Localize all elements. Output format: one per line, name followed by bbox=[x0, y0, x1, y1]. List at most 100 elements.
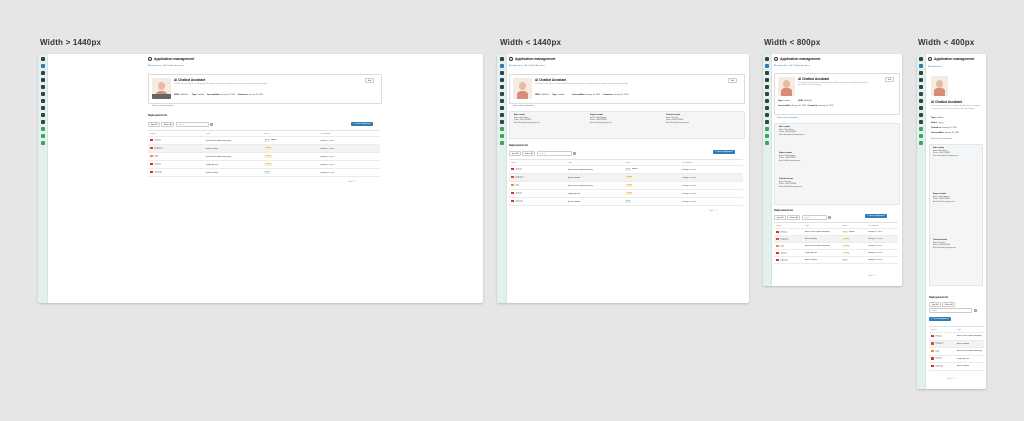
show-contacts-link[interactable]: Show contact information bbox=[777, 117, 798, 119]
status-filter[interactable]: Status: All bbox=[161, 122, 175, 127]
pagination[interactable]: Page 1 ‹ 1 › bbox=[709, 210, 718, 212]
table-row[interactable]: Vietnam Active Server Hybrid Marketing A… bbox=[774, 229, 898, 236]
create-deployment-button[interactable]: + Create deployment bbox=[929, 317, 951, 321]
table-row[interactable]: Indonesia Active Platform Active January… bbox=[774, 257, 898, 264]
edit-button[interactable]: Edit bbox=[365, 78, 375, 84]
search-icon[interactable] bbox=[40, 120, 45, 124]
sheet-green-icon[interactable] bbox=[765, 141, 769, 145]
chat-icon[interactable] bbox=[499, 113, 504, 117]
table-row[interactable]: India Active Server Hybrid Marketing Pen… bbox=[509, 182, 743, 190]
doc-green-icon[interactable] bbox=[499, 127, 504, 131]
refresh-icon[interactable] bbox=[210, 123, 214, 126]
table-row[interactable]: Vietnam Single app SEP bbox=[929, 356, 984, 363]
chart-icon[interactable] bbox=[765, 85, 769, 89]
status-filter[interactable]: Status: All bbox=[787, 215, 801, 220]
create-deployment-button[interactable]: + Create deployment bbox=[351, 122, 373, 126]
sheet-green-icon[interactable] bbox=[499, 141, 504, 145]
sheet-green-icon[interactable] bbox=[40, 141, 45, 145]
breadcrumb-root[interactable]: All application bbox=[928, 66, 942, 68]
table-row[interactable]: India Active Server Hybrid Marketing bbox=[929, 348, 984, 356]
search-input[interactable]: Search bbox=[929, 308, 972, 313]
edit-button[interactable]: Edit bbox=[885, 77, 895, 83]
table-row[interactable]: Vietnam Single app SEP Pending January 1… bbox=[148, 161, 380, 169]
table-row[interactable]: Singapore Active Platform Pending Januar… bbox=[509, 174, 743, 182]
type-filter[interactable]: Type: All bbox=[774, 215, 786, 220]
table-row[interactable]: Vietnam Single app SEP Pending January 1… bbox=[774, 250, 898, 257]
network-icon[interactable] bbox=[499, 71, 504, 75]
apps-icon[interactable] bbox=[499, 64, 504, 68]
search-input[interactable]: Search bbox=[536, 151, 572, 156]
chat-icon[interactable] bbox=[765, 113, 769, 117]
mail-green-icon[interactable] bbox=[40, 134, 45, 138]
search-input[interactable]: Search bbox=[175, 122, 209, 127]
table-row[interactable]: Vietnam Single app SEP Pending January 1… bbox=[509, 190, 743, 198]
type-filter[interactable]: Type: All bbox=[929, 302, 941, 307]
table-row[interactable]: Vietnam Active Server Hybrid Marketing bbox=[929, 333, 984, 341]
create-deployment-button[interactable]: + Create deployment bbox=[713, 150, 735, 154]
show-contacts-link[interactable]: Show contact information bbox=[931, 138, 952, 140]
link-icon[interactable] bbox=[919, 92, 923, 96]
network-icon[interactable] bbox=[40, 71, 45, 75]
table-row[interactable]: Indonesia Active Platform bbox=[929, 363, 984, 371]
chat-icon[interactable] bbox=[40, 113, 45, 117]
home-icon[interactable] bbox=[919, 106, 923, 110]
network-icon[interactable] bbox=[765, 71, 769, 75]
home-icon[interactable] bbox=[499, 106, 504, 110]
chat-icon[interactable] bbox=[919, 113, 923, 117]
status-filter[interactable]: Status: All bbox=[522, 151, 536, 156]
pagination[interactable]: Page 1 ‹ 1 › bbox=[947, 378, 956, 380]
doc-green-icon[interactable] bbox=[40, 127, 45, 131]
table-row[interactable]: Vietnam Active Server Hybrid Marketing A… bbox=[148, 137, 380, 145]
type-filter[interactable]: Type: All bbox=[509, 151, 521, 156]
create-deployment-button[interactable]: + Create deployment bbox=[865, 214, 887, 218]
breadcrumb-root[interactable]: All application bbox=[509, 65, 523, 67]
menu-icon[interactable] bbox=[499, 57, 504, 61]
table-row[interactable]: Singapore Active Platform Pending Januar… bbox=[774, 236, 898, 243]
phone-icon[interactable] bbox=[765, 99, 769, 103]
apps-icon[interactable] bbox=[919, 64, 923, 68]
table-row[interactable]: Indonesia Active Platform Active January… bbox=[148, 169, 380, 177]
type-filter[interactable]: Type: All bbox=[148, 122, 160, 127]
menu-icon[interactable] bbox=[919, 57, 923, 61]
table-row[interactable]: Singapore Active Platform Pending Januar… bbox=[148, 145, 380, 153]
document-icon[interactable] bbox=[40, 78, 45, 82]
link-icon[interactable] bbox=[765, 92, 769, 96]
apps-icon[interactable] bbox=[765, 64, 769, 68]
phone-icon[interactable] bbox=[499, 99, 504, 103]
search-icon[interactable] bbox=[919, 120, 923, 124]
doc-green-icon[interactable] bbox=[919, 127, 923, 131]
mail-green-icon[interactable] bbox=[499, 134, 504, 138]
home-icon[interactable] bbox=[765, 106, 769, 110]
table-row[interactable]: Singapore Active Platform bbox=[929, 340, 984, 348]
status-filter[interactable]: Status: All bbox=[942, 302, 956, 307]
show-contacts-link[interactable]: Show contact information bbox=[152, 105, 173, 107]
phone-icon[interactable] bbox=[919, 99, 923, 103]
chart-icon[interactable] bbox=[499, 85, 504, 89]
phone-icon[interactable] bbox=[40, 99, 45, 103]
document-icon[interactable] bbox=[765, 78, 769, 82]
network-icon[interactable] bbox=[919, 71, 923, 75]
apps-icon[interactable] bbox=[40, 64, 45, 68]
chart-icon[interactable] bbox=[919, 85, 923, 89]
search-icon[interactable] bbox=[765, 120, 769, 124]
search-input[interactable]: Search bbox=[801, 215, 827, 220]
mail-green-icon[interactable] bbox=[765, 134, 769, 138]
edit-button[interactable]: Edit bbox=[728, 78, 738, 84]
pagination[interactable]: Page 1 ‹ 1 › bbox=[348, 181, 357, 183]
table-row[interactable]: India Active Server Hybrid Marketing Pen… bbox=[148, 153, 380, 161]
show-contacts-link[interactable]: Show contact information bbox=[513, 105, 534, 107]
table-row[interactable]: Vietnam Active Server Hybrid Marketing A… bbox=[509, 166, 743, 174]
link-icon[interactable] bbox=[499, 92, 504, 96]
document-icon[interactable] bbox=[499, 78, 504, 82]
breadcrumb-root[interactable]: All application bbox=[148, 65, 162, 67]
sheet-green-icon[interactable] bbox=[919, 141, 923, 145]
document-icon[interactable] bbox=[919, 78, 923, 82]
doc-green-icon[interactable] bbox=[765, 127, 769, 131]
menu-icon[interactable] bbox=[765, 57, 769, 61]
table-row[interactable]: India Active Server Hybrid Marketing Pen… bbox=[774, 243, 898, 250]
pagination[interactable]: Page 1 ‹ 1 › bbox=[868, 275, 877, 277]
refresh-icon[interactable] bbox=[973, 309, 977, 312]
search-icon[interactable] bbox=[499, 120, 504, 124]
link-icon[interactable] bbox=[40, 92, 45, 96]
home-icon[interactable] bbox=[40, 106, 45, 110]
